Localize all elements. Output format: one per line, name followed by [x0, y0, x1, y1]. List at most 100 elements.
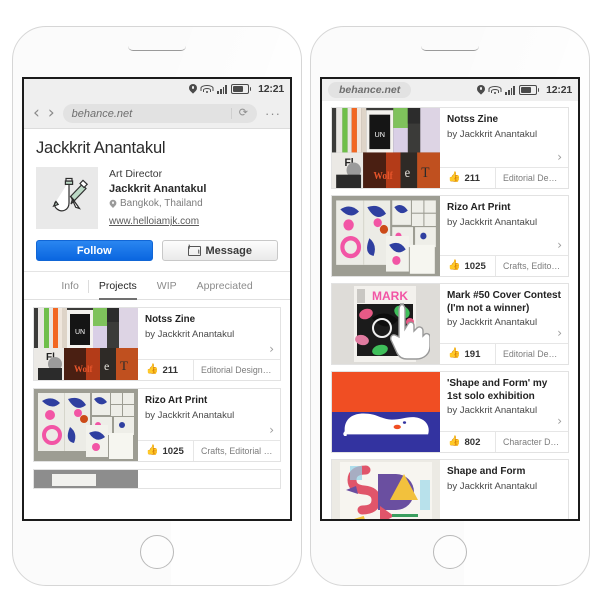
follow-button[interactable]: Follow	[36, 240, 153, 262]
project-author: by Jackkrit Anantakul	[145, 328, 235, 340]
url-text: behance.net	[71, 107, 133, 120]
project-body: Notss Zine by Jackkrit Anantakul › 👍 211…	[138, 308, 280, 381]
project-body: Mark #50 Cover Contest (I'm not a winner…	[440, 284, 568, 364]
project-title: Rizo Art Print	[447, 202, 511, 213]
svg-text:T: T	[421, 166, 430, 181]
project-thumbnail	[332, 460, 440, 519]
project-author: by Jackkrit Anantakul	[447, 480, 538, 492]
like-count: 👍 802	[440, 432, 496, 452]
project-thumbnail	[34, 470, 138, 489]
project-tags: Crafts, Editorial Des..	[503, 261, 568, 271]
message-button[interactable]: Message	[161, 240, 278, 262]
project-author: by Jackkrit Anantakul	[447, 216, 538, 228]
url-bar-compact[interactable]: behance.net	[328, 82, 412, 98]
profile-display-name: Jackkrit Anantakul	[109, 182, 207, 195]
svg-text:UN: UN	[75, 329, 85, 336]
tab-projects[interactable]: Projects	[89, 274, 147, 301]
status-time-right: 12:21	[546, 84, 572, 96]
tab-info[interactable]: Info	[51, 274, 89, 299]
project-footer: 👍 1025 Crafts, Editorial Des..	[138, 440, 280, 462]
mark-artwork: MARK	[332, 284, 440, 364]
profile-actions: Follow Message	[36, 240, 278, 262]
project-body: 'Shape and Form' my 1st solo exhibition …	[440, 372, 568, 452]
chevron-right-icon[interactable]: ›	[269, 424, 274, 436]
project-thumbnail	[332, 196, 440, 276]
page-title: Jackkrit Anantakul	[36, 139, 166, 157]
list-item[interactable]: Rizo Art Print by Jackkrit Anantakul › 👍…	[33, 388, 281, 463]
home-button-left[interactable]	[140, 535, 174, 569]
list-item[interactable]: 'Shape and Form' my 1st solo exhibition …	[331, 371, 569, 453]
tab-projects-label: Projects	[98, 280, 137, 293]
wifi-icon	[488, 85, 502, 95]
chevron-right-icon[interactable]: ›	[269, 343, 274, 355]
project-body: Notss Zine by Jackkrit Anantakul › 👍 211…	[440, 108, 568, 188]
status-icons-right: 12:21	[477, 84, 572, 96]
project-thumbnail	[34, 389, 138, 462]
tab-appreciated-label: Appreciated	[196, 280, 253, 293]
location-pin-icon	[110, 200, 117, 209]
project-tags: Crafts, Editorial Des..	[201, 446, 280, 457]
project-title: 'Shape and Form' my 1st solo exhibition	[447, 378, 548, 402]
url-bar[interactable]: behance.net ⟳	[62, 104, 257, 123]
project-tags: Character Design, G..	[503, 437, 568, 447]
earpiece-speaker	[421, 46, 479, 51]
reload-icon[interactable]: ⟳	[230, 108, 248, 119]
tab-wip[interactable]: WIP	[147, 274, 187, 299]
envelope-icon	[187, 246, 201, 256]
project-author: by Jackkrit Anantakul	[447, 405, 538, 416]
like-count: 👍 211	[138, 360, 194, 381]
list-item[interactable]: Rizo Art Print by Jackkrit Anantakul › 👍…	[331, 195, 569, 277]
zine-artwork: UN Fl Wolf e T	[332, 108, 440, 188]
svg-text:e: e	[104, 359, 109, 373]
tab-info-label: Info	[61, 280, 79, 293]
project-author: by Jackkrit Anantakul	[145, 409, 235, 421]
status-bar-right: behance.net 12:21	[322, 79, 578, 101]
chevron-right-icon[interactable]: ›	[557, 239, 562, 251]
tab-wip-label: WIP	[156, 280, 177, 293]
list-item[interactable]: UN Fl Wolf e T Notss Zine by Jackkrit An…	[33, 307, 281, 382]
earpiece-speaker	[128, 46, 186, 51]
screen-left: 12:21 ‹ › behance.net ⟳ ··· Jackkrit Ana…	[22, 77, 292, 521]
back-button[interactable]: ‹	[33, 105, 40, 122]
browser-navbar-left: ‹ › behance.net ⟳ ···	[24, 99, 290, 129]
project-head: Rizo Art Print by Jackkrit Anantakul ›	[440, 196, 568, 255]
chevron-right-icon[interactable]: ›	[557, 415, 562, 427]
project-title: Mark #50 Cover Contest (I'm not a winner…	[447, 290, 561, 314]
browser-menu-icon[interactable]: ···	[265, 107, 281, 120]
project-footer: 👍 1025 Crafts, Editorial Des..	[440, 255, 568, 276]
chevron-right-icon[interactable]: ›	[557, 327, 562, 339]
list-item[interactable]: Shape and Form by Jackkrit Anantakul ›	[331, 459, 569, 519]
list-item[interactable]: UN Fl Wolf e T Notss Zine by Jackkrit An…	[331, 107, 569, 189]
profile-website-link[interactable]: www.helloiamjk.com	[109, 214, 199, 229]
like-count: 👍 191	[440, 344, 496, 364]
like-count: 👍 211	[440, 168, 496, 188]
profile-location: Bangkok, Thailand	[109, 196, 206, 211]
project-author: by Jackkrit Anantakul	[447, 128, 538, 140]
project-head: Notss Zine by Jackkrit Anantakul ›	[138, 308, 280, 359]
project-list-right: UN Fl Wolf e T Notss Zine by Jackkrit An…	[322, 101, 578, 519]
home-button-right[interactable]	[433, 535, 467, 569]
list-item[interactable]: MARK Mark #50 Cover Contest (I'm not a w…	[331, 283, 569, 365]
tab-appreciated[interactable]: Appreciated	[187, 274, 263, 299]
thumbs-up-icon: 👍	[448, 260, 461, 271]
project-title: Notss Zine	[447, 114, 499, 125]
project-thumbnail: UN Fl Wolf e T	[332, 108, 440, 188]
svg-text:T: T	[120, 358, 128, 373]
phone-right: behance.net 12:21 UN Fl Wolf e T Notss Z…	[310, 26, 590, 586]
project-head: Mark #50 Cover Contest (I'm not a winner…	[440, 284, 568, 343]
list-item[interactable]	[33, 469, 281, 490]
status-icons-left: 12:21	[189, 83, 284, 95]
partial-artwork	[34, 470, 138, 489]
wifi-icon	[200, 84, 214, 94]
svg-text:UN: UN	[375, 130, 385, 139]
solo-exhibition-artwork	[332, 372, 440, 452]
follow-button-label: Follow	[76, 244, 112, 257]
chevron-right-icon[interactable]: ›	[557, 151, 562, 163]
forward-button[interactable]: ›	[48, 105, 55, 122]
like-count-value: 211	[464, 172, 480, 184]
rizo-artwork	[34, 389, 138, 462]
project-footer: 👍 211 Editorial Design, Gr..	[440, 167, 568, 188]
project-tags: Editorial Design, Gr..	[201, 365, 280, 376]
url-text: behance.net	[339, 84, 401, 96]
project-body: Rizo Art Print by Jackkrit Anantakul › 👍…	[138, 389, 280, 462]
